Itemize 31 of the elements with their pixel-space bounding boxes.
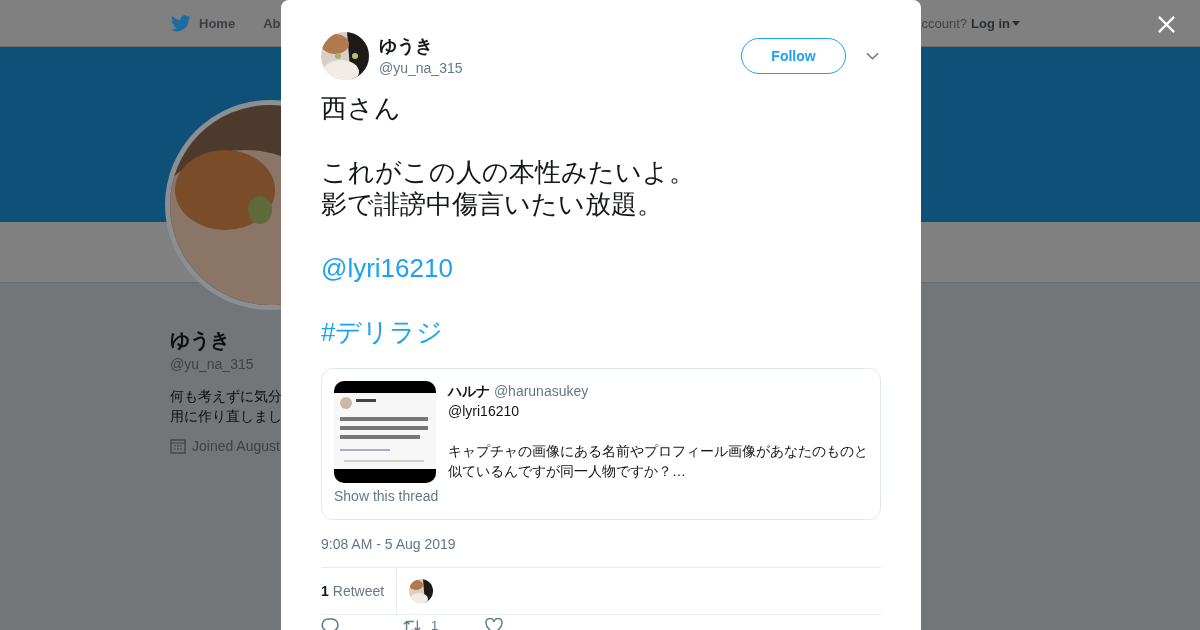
retweet-count[interactable]: 1 Retweet [321, 568, 398, 614]
quoted-tweet-text: キャプチャの画像にある名前やプロフィール画像があなたのものと 似ているんですが同一人物ですか？… [448, 442, 868, 481]
hashtag-link[interactable]: #デリラジ [321, 316, 881, 348]
login-link[interactable]: Log in [971, 15, 1020, 31]
action-count: 1 [431, 619, 439, 630]
bird-icon [171, 14, 191, 32]
tweet-timestamp: 9:08 AM - 5 Aug 2019 [321, 535, 457, 554]
nav-link[interactable]: Ab [263, 15, 281, 31]
show-thread-link[interactable]: Show this thread [334, 486, 439, 506]
heart-icon[interactable] [485, 618, 503, 630]
quoted-author-handle: @harunasukey [493, 383, 589, 399]
profile-name: ゆうき [170, 328, 231, 353]
caret-icon [1012, 20, 1020, 26]
tweet-text: 西さん [321, 92, 402, 124]
nav-link[interactable]: Home [199, 15, 236, 31]
follow-button[interactable]: Follow [741, 38, 846, 74]
quoted-tweet-card[interactable]: ハルナ @harunasukey @lyri16210 キャプチャの画像にある名前やプロフィール画像があなたのものと 似ているんですが同一人物ですか？… Show this thread [321, 368, 881, 520]
author-handle: @yu_na_315 [379, 59, 464, 78]
reply-icon[interactable] [321, 618, 339, 630]
tweet-text: 影で誹謗中傷言いたい放題。 [321, 188, 664, 220]
profile-bio: 何も考えずに気分 用に作り直しまし [170, 387, 282, 426]
quoted-mention-link[interactable]: @lyri16210 [448, 401, 868, 421]
mention-link[interactable]: @lyri16210 [321, 252, 881, 284]
close-icon[interactable] [1157, 15, 1176, 34]
tweet-text: これがこの人の本性みたいよ。 [321, 156, 696, 188]
retweet-icon[interactable] [403, 618, 421, 630]
author-name: ゆうき [379, 35, 434, 58]
login-prompt: ccount? [921, 15, 967, 31]
quoted-author-name: ハルナ [448, 383, 490, 399]
calendar-icon [170, 438, 186, 454]
chevron-down-icon[interactable] [866, 52, 879, 60]
